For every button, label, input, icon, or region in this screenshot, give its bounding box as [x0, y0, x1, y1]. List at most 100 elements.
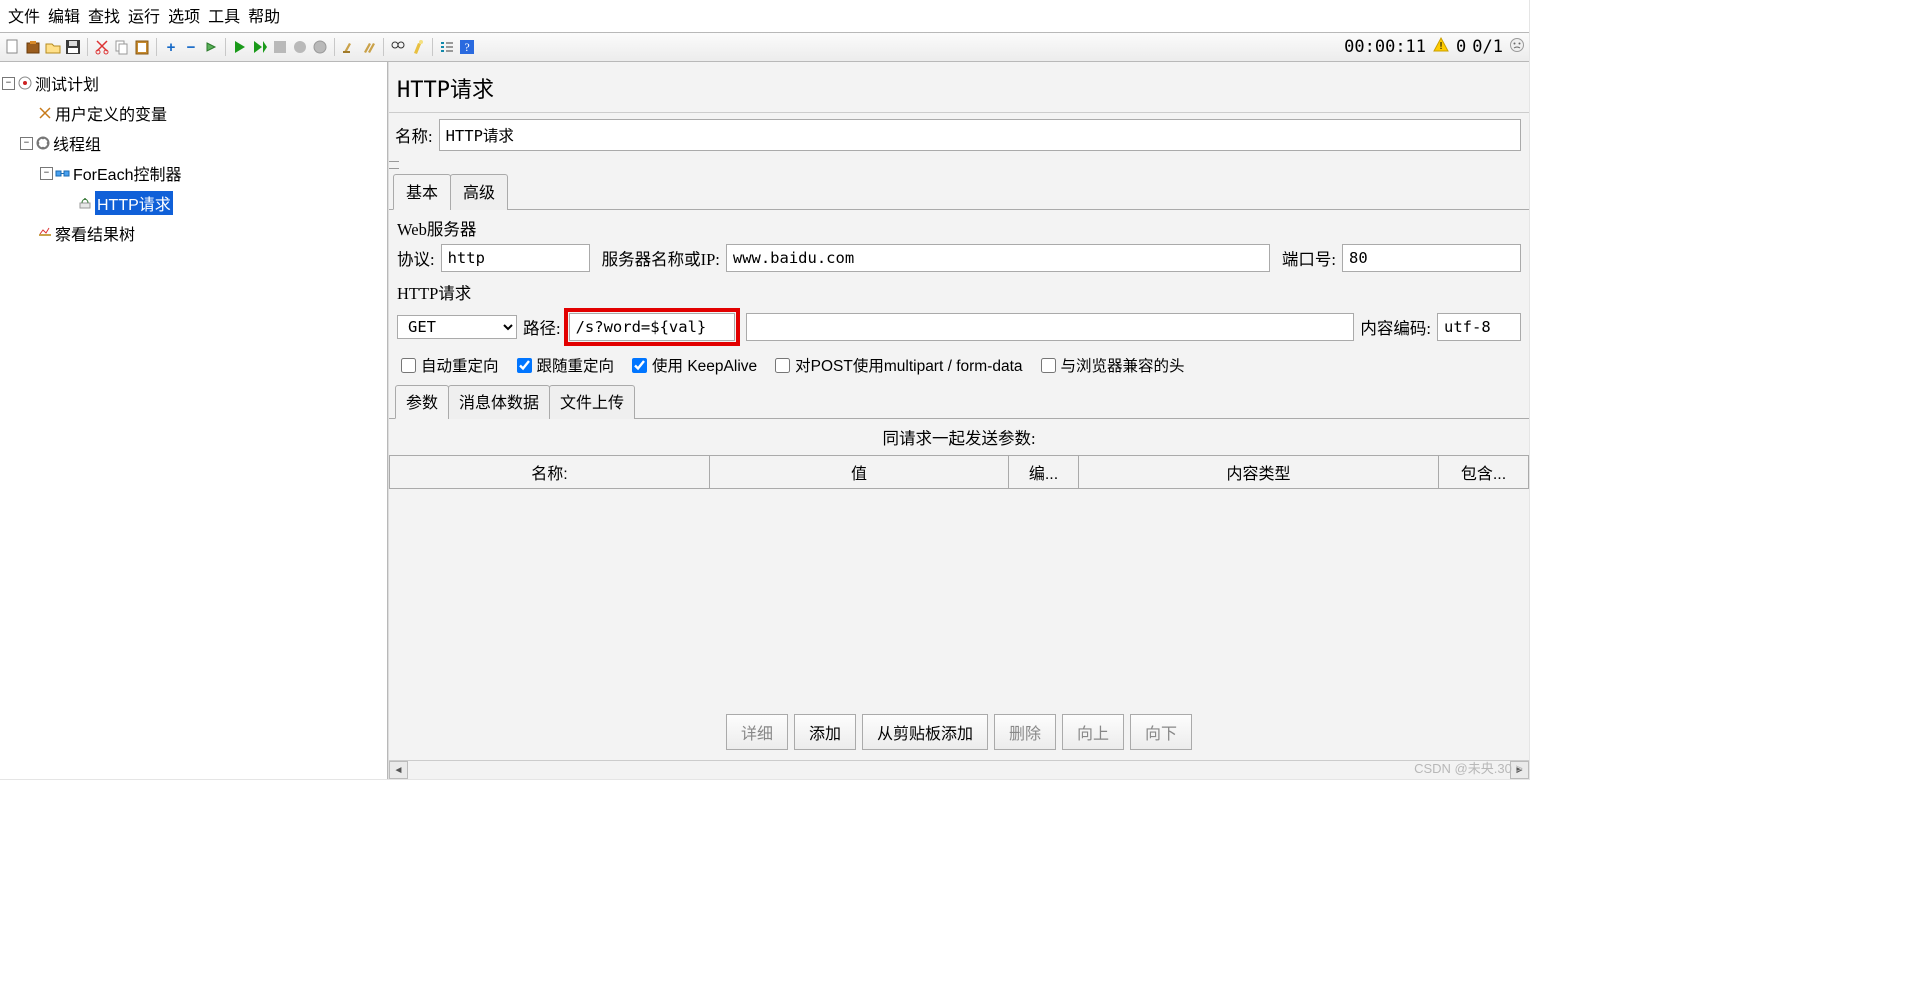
new-icon[interactable]: [4, 38, 22, 56]
chk-auto-redirect[interactable]: 自动重定向: [397, 354, 499, 376]
tree-foreach[interactable]: ForEach控制器: [73, 161, 181, 185]
editor-pane: HTTP请求 名称: 基本 高级 Web服务器 协议: 服务器名称或IP: 端口…: [388, 62, 1529, 779]
chk-follow-redirect[interactable]: 跟随重定向: [513, 354, 615, 376]
tree-httprequest[interactable]: HTTP请求: [95, 191, 173, 215]
tree-pane: − 测试计划 用户定义的变量 − 线程组 − ForEach控制器: [0, 62, 388, 779]
thread-counter: 0/1: [1472, 37, 1503, 57]
expand-icon[interactable]: +: [162, 38, 180, 56]
chk-keepalive[interactable]: 使用 KeepAlive: [628, 354, 757, 376]
menu-search[interactable]: 查找: [84, 2, 124, 28]
menu-options[interactable]: 选项: [164, 2, 204, 28]
method-select[interactable]: GET: [397, 315, 517, 339]
inner-tabs: 参数 消息体数据 文件上传: [389, 378, 1529, 419]
comments-truncated: [389, 151, 1529, 169]
tree-results[interactable]: 察看结果树: [55, 221, 135, 245]
params-section-label: 同请求一起发送参数:: [389, 419, 1529, 455]
collapse-icon[interactable]: −: [182, 38, 200, 56]
menu-run[interactable]: 运行: [124, 2, 164, 28]
btn-from-clipboard[interactable]: 从剪贴板添加: [862, 714, 988, 750]
start-icon[interactable]: [231, 38, 249, 56]
shutdown-icon[interactable]: [291, 38, 309, 56]
server-input[interactable]: [726, 244, 1270, 272]
path-highlight: [564, 308, 740, 346]
scroll-left-icon[interactable]: ◄: [389, 761, 408, 779]
encoding-label: 内容编码:: [1360, 315, 1431, 339]
server-label: 服务器名称或IP:: [602, 246, 720, 270]
templates-icon[interactable]: [24, 38, 42, 56]
threadgroup-icon: [35, 135, 51, 151]
horizontal-scrollbar[interactable]: ◄ ►: [389, 760, 1529, 779]
tree-toggle[interactable]: −: [40, 167, 53, 180]
path-label: 路径:: [523, 315, 561, 339]
params-buttons: 详细 添加 从剪贴板添加 删除 向上 向下: [389, 704, 1529, 760]
itab-file[interactable]: 文件上传: [549, 385, 635, 419]
path-input-highlighted[interactable]: [569, 313, 735, 341]
btn-up[interactable]: 向上: [1062, 714, 1124, 750]
menu-tools[interactable]: 工具: [204, 2, 244, 28]
paste-icon[interactable]: [133, 38, 151, 56]
listener-icon: [37, 225, 53, 241]
svg-text:!: !: [1438, 41, 1444, 52]
col-include[interactable]: 包含...: [1439, 456, 1529, 489]
scroll-right-icon[interactable]: ►: [1510, 761, 1529, 779]
col-value[interactable]: 值: [710, 456, 1009, 489]
itab-params[interactable]: 参数: [395, 385, 449, 419]
sampler-icon: [77, 195, 93, 211]
name-input[interactable]: [439, 119, 1521, 151]
path-input-rest[interactable]: [746, 313, 1355, 341]
btn-add[interactable]: 添加: [794, 714, 856, 750]
controller-icon: [55, 165, 71, 181]
svg-text:?: ?: [464, 40, 469, 54]
tree-vars[interactable]: 用户定义的变量: [55, 101, 167, 125]
protocol-input[interactable]: [441, 244, 590, 272]
testplan-icon: [17, 75, 33, 91]
menu-edit[interactable]: 编辑: [44, 2, 84, 28]
col-name[interactable]: 名称:: [390, 456, 710, 489]
copy-icon[interactable]: [113, 38, 131, 56]
btn-down[interactable]: 向下: [1130, 714, 1192, 750]
tree-threadgroup[interactable]: 线程组: [53, 131, 101, 155]
chk-browser-compat[interactable]: 与浏览器兼容的头: [1037, 354, 1185, 376]
clear-icon[interactable]: [340, 38, 358, 56]
start-notimers-icon[interactable]: [251, 38, 269, 56]
menu-help[interactable]: 帮助: [244, 2, 284, 28]
tab-basic[interactable]: 基本: [393, 174, 451, 210]
protocol-label: 协议:: [397, 246, 435, 270]
tab-advanced[interactable]: 高级: [450, 174, 508, 210]
elapsed-time: 00:00:11: [1344, 37, 1426, 57]
toolbar: + − ? 00:00:11 ! 0 0/1: [0, 32, 1529, 62]
webserver-section: Web服务器: [389, 210, 1529, 242]
status-icon: [1509, 37, 1525, 58]
clear-all-icon[interactable]: [360, 38, 378, 56]
tree-toggle[interactable]: −: [2, 77, 15, 90]
function-helper-icon[interactable]: [438, 38, 456, 56]
httpreq-section: HTTP请求: [389, 274, 1529, 306]
panel-title: HTTP请求: [389, 62, 1529, 113]
encoding-input[interactable]: [1437, 313, 1521, 341]
tree-testplan[interactable]: 测试计划: [35, 71, 99, 95]
chk-multipart[interactable]: 对POST使用multipart / form-data: [771, 354, 1022, 376]
save-icon[interactable]: [64, 38, 82, 56]
name-label: 名称:: [395, 123, 433, 147]
menubar: 文件 编辑 查找 运行 选项 工具 帮助: [0, 0, 1529, 32]
menu-file[interactable]: 文件: [4, 2, 44, 28]
btn-delete[interactable]: 删除: [994, 714, 1056, 750]
vars-icon: [37, 105, 53, 121]
col-content-type[interactable]: 内容类型: [1079, 456, 1439, 489]
itab-body[interactable]: 消息体数据: [448, 385, 550, 419]
col-encode[interactable]: 编...: [1009, 456, 1079, 489]
warning-count: 0: [1456, 37, 1466, 57]
reset-search-icon[interactable]: [409, 38, 427, 56]
toggle-icon[interactable]: [202, 38, 220, 56]
open-icon[interactable]: [44, 38, 62, 56]
btn-detail[interactable]: 详细: [726, 714, 788, 750]
params-table: 名称: 值 编... 内容类型 包含...: [389, 455, 1529, 489]
search-icon[interactable]: [389, 38, 407, 56]
help-icon[interactable]: ?: [458, 38, 476, 56]
port-input[interactable]: [1342, 244, 1521, 272]
tree-toggle[interactable]: −: [20, 137, 33, 150]
remote-stop-icon[interactable]: [311, 38, 329, 56]
stop-icon[interactable]: [271, 38, 289, 56]
cut-icon[interactable]: [93, 38, 111, 56]
warning-icon[interactable]: !: [1432, 36, 1450, 59]
